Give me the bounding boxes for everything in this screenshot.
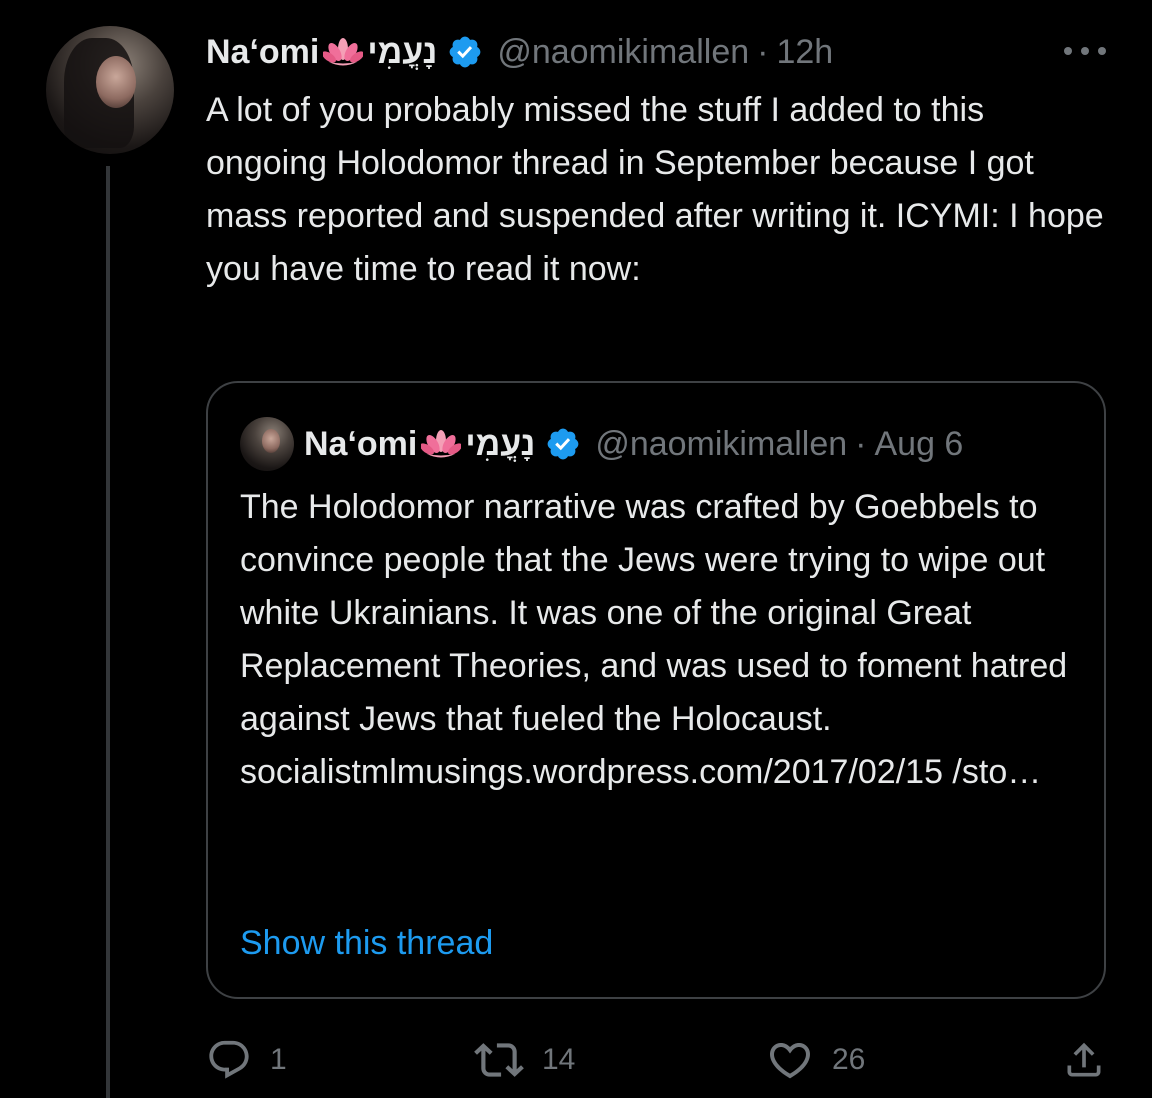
share-button[interactable] [1062,1034,1106,1086]
more-dot [1081,47,1089,55]
more-dot [1064,47,1072,55]
quoted-handle: @naomikimallen [595,424,848,463]
verified-badge-icon [449,36,481,68]
hebrew-name[interactable]: נָעֳמִי [367,33,437,72]
reply-icon [209,1040,249,1079]
retweet-icon [474,1043,524,1077]
more-options-icon[interactable] [1064,38,1106,64]
more-dot [1098,47,1106,55]
quoted-tweet-card[interactable]: Naʻomi נָעֳמִי @naomikimallen · Aug 6 Th… [206,381,1106,999]
reply-count: 1 [270,1043,287,1076]
like-button[interactable]: 26 [766,1034,865,1086]
show-thread-link[interactable]: Show this thread [240,917,493,969]
handle[interactable]: @naomikimallen [497,33,749,72]
avatar-face [96,56,136,108]
reply-button[interactable]: 1 [206,1034,287,1086]
quoted-display-name: Naʻomi [304,424,418,463]
display-name[interactable]: Naʻomi [206,33,319,72]
quoted-avatar [240,417,294,471]
retweet-button[interactable]: 14 [474,1034,575,1086]
tweet-text: A lot of you probably missed the stuff I… [206,91,1104,288]
separator: · [757,32,769,71]
tweet-header: Naʻomi נָעֳמִי @naomikimallen · 12h [206,26,833,78]
quoted-avatar-face [262,429,280,453]
thread-line [106,166,110,1098]
separator: · [855,424,867,463]
quoted-hebrew-name: נָעֳמִי [465,424,536,463]
quoted-tweet-header: Naʻomi נָעֳמִי @naomikimallen · Aug 6 [304,417,963,471]
quoted-date: Aug 6 [874,424,964,463]
share-icon [1067,1042,1101,1077]
like-count: 26 [832,1043,866,1076]
retweet-count: 14 [542,1043,576,1076]
verified-badge-icon [547,428,579,460]
lotus-icon [421,430,462,458]
timestamp[interactable]: 12h [776,33,833,72]
avatar[interactable] [46,26,174,154]
like-icon [769,1043,811,1079]
lotus-icon [323,38,364,66]
quoted-tweet-text: The Holodomor narrative was crafted by G… [240,488,1068,791]
